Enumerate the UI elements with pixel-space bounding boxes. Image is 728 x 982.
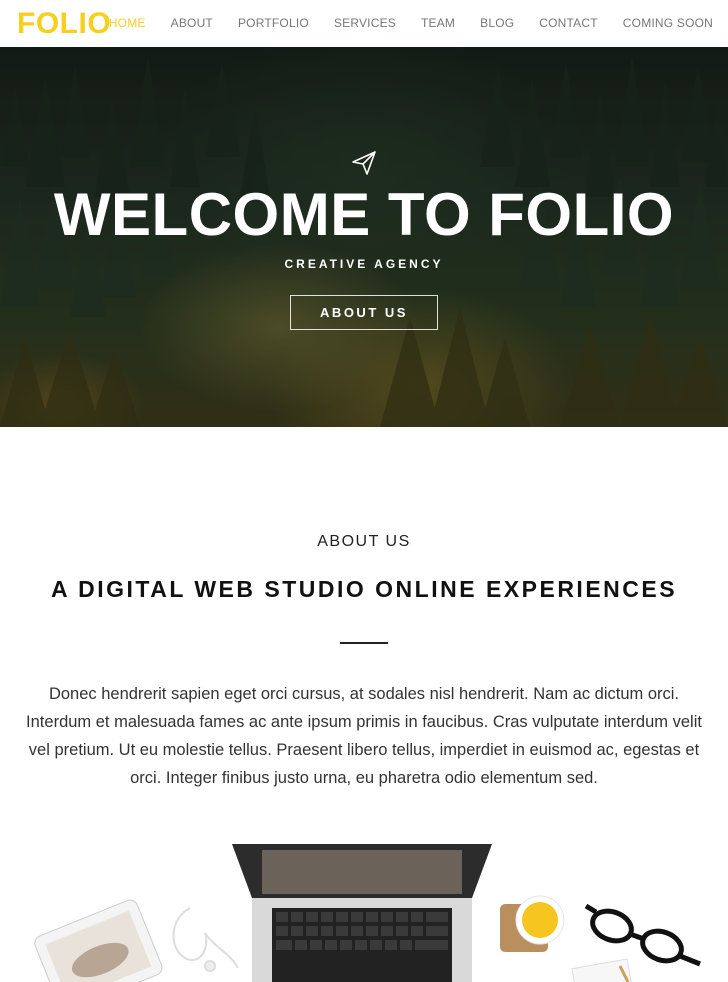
notebook-image: [571, 958, 633, 982]
main-menu: HOME ABOUT PORTFOLIO SERVICES TEAM BLOG …: [84, 16, 713, 30]
juice-glass-image: [500, 895, 565, 952]
workspace-image: [34, 844, 701, 982]
nav-item-team[interactable]: TEAM: [421, 16, 455, 30]
hero-title: WELCOME TO FOLIO: [53, 181, 675, 248]
about-section-label: ABOUT US: [317, 533, 411, 550]
hero-subtitle: CREATIVE AGENCY: [284, 257, 444, 271]
nav-item-portfolio[interactable]: PORTFOLIO: [238, 16, 309, 30]
laptop-image: [232, 844, 492, 982]
about-us-button[interactable]: ABOUT US: [290, 295, 438, 330]
earphones-image: [172, 907, 239, 972]
top-navbar: FOLIO HOME ABOUT PORTFOLIO SERVICES TEAM…: [0, 0, 728, 47]
eyeglasses-image: [584, 903, 701, 967]
tablet-image: [34, 899, 163, 982]
section-divider: [340, 642, 388, 644]
paper-plane-icon: [352, 151, 376, 175]
about-paragraph: Donec hendrerit sapien eget orci cursus,…: [26, 685, 702, 787]
hero-section: WELCOME TO FOLIO CREATIVE AGENCY ABOUT U…: [0, 47, 728, 427]
nav-item-coming-soon[interactable]: COMING SOON: [623, 16, 713, 30]
nav-item-contact[interactable]: CONTACT: [539, 16, 598, 30]
nav-item-blog[interactable]: BLOG: [480, 16, 514, 30]
nav-item-services[interactable]: SERVICES: [334, 16, 396, 30]
nav-item-about[interactable]: ABOUT: [171, 16, 213, 30]
about-heading: A DIGITAL WEB STUDIO ONLINE EXPERIENCES: [50, 576, 678, 602]
nav-item-home[interactable]: HOME: [109, 16, 146, 30]
